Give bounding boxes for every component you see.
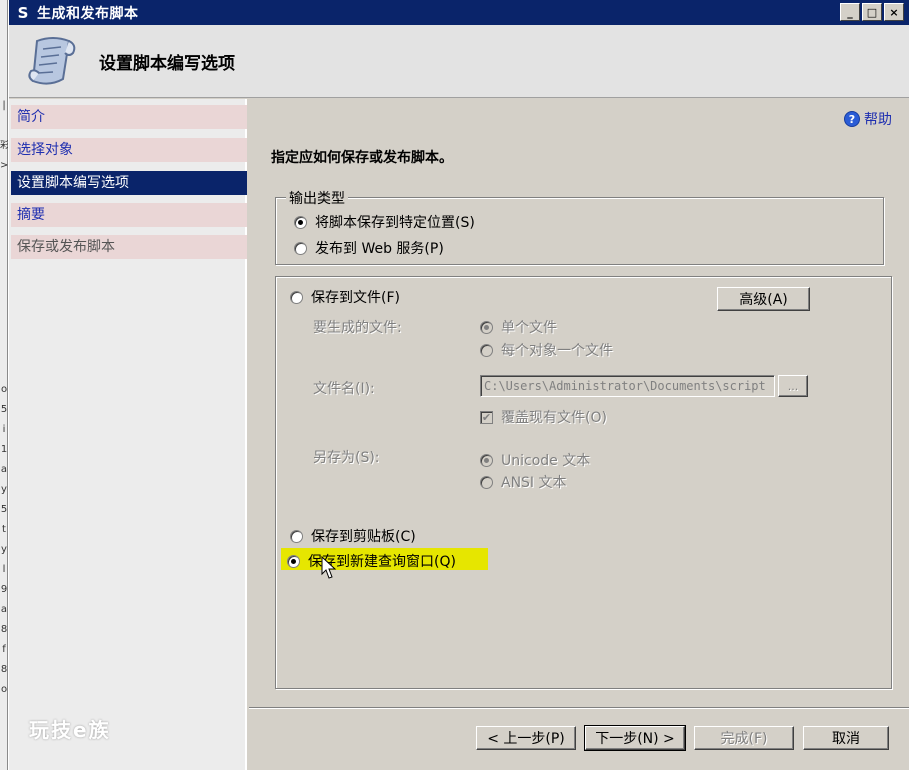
file-name-label: 文件名(I): (313, 381, 375, 397)
radio-button[interactable] (480, 453, 493, 467)
script-scroll-icon (28, 37, 76, 85)
page-heading: 设置脚本编写选项 (99, 54, 235, 74)
nav-item-scripting-options[interactable]: 设置脚本编写选项 (11, 171, 247, 195)
nav-item-save-publish: 保存或发布脚本 (11, 235, 247, 259)
checkbox[interactable]: ✔ (480, 410, 493, 424)
radio-save-to-location[interactable]: 将脚本保存到特定位置(S) (294, 212, 475, 232)
radio-file-per-object[interactable]: 每个对象一个文件 (480, 340, 613, 360)
output-type-legend: 输出类型 (286, 188, 348, 208)
radio-button[interactable] (290, 529, 303, 543)
generate-scripts-dialog: S 生成和发布脚本 _ □ × 设置脚本编写选项 简介 选择对象 设置脚本编写选… (8, 0, 909, 770)
cancel-button[interactable]: 取消 (803, 726, 889, 750)
browse-button[interactable]: ... (778, 375, 808, 397)
radio-button[interactable] (480, 475, 493, 489)
radio-save-to-clipboard[interactable]: 保存到剪贴板(C) (290, 526, 416, 546)
files-to-generate-label: 要生成的文件: (313, 320, 402, 336)
file-name-input[interactable]: C:\Users\Administrator\Documents\script (480, 375, 775, 397)
maximize-button[interactable]: □ (862, 3, 882, 21)
help-label: 帮助 (864, 112, 892, 128)
previous-button[interactable]: < 上一步(P) (476, 726, 576, 750)
radio-single-file[interactable]: 单个文件 (480, 317, 557, 337)
radio-ansi-text[interactable]: ANSI 文本 (480, 472, 567, 492)
radio-unicode-text[interactable]: Unicode 文本 (480, 450, 590, 470)
window-controls: _ □ × (840, 3, 904, 21)
background-window-edge: | 彩 > o 5 i 1 a y 5 t y l 9 a 8 f 8 o (0, 0, 8, 770)
footer-separator (249, 707, 909, 709)
page-header: 设置脚本编写选项 (9, 25, 909, 98)
mouse-cursor-icon (321, 556, 337, 579)
save-options-group: 保存到文件(F) 高级(A) 要生成的文件: 单个文件 每个对象一个文件 文件名… (275, 276, 892, 689)
radio-button[interactable] (480, 320, 493, 334)
radio-button[interactable] (290, 290, 303, 304)
checkbox-overwrite[interactable]: ✔ 覆盖现有文件(O) (480, 407, 607, 427)
radio-button[interactable] (287, 554, 300, 568)
radio-label: ANSI 文本 (501, 475, 567, 491)
radio-save-to-file[interactable]: 保存到文件(F) (290, 287, 400, 307)
title-bar[interactable]: S 生成和发布脚本 _ □ × (9, 0, 909, 25)
radio-label: 保存到文件(F) (311, 290, 400, 306)
radio-label: 将脚本保存到特定位置(S) (315, 215, 475, 231)
finish-button[interactable]: 完成(F) (694, 726, 794, 750)
output-type-group: 输出类型 将脚本保存到特定位置(S) 发布到 Web 服务(P) (275, 188, 884, 265)
next-button[interactable]: 下一步(N) > (584, 725, 686, 751)
help-link[interactable]: ? 帮助 (844, 109, 892, 129)
radio-label: 发布到 Web 服务(P) (315, 241, 444, 257)
radio-label: 保存到剪贴板(C) (311, 529, 416, 545)
main-panel: ? 帮助 指定应如何保存或发布脚本。 输出类型 将脚本保存到特定位置(S) 发布… (249, 99, 909, 770)
radio-save-to-query-window[interactable]: 保存到新建查询窗口(Q) (287, 551, 456, 571)
radio-button[interactable] (294, 241, 307, 255)
nav-item-intro[interactable]: 简介 (11, 105, 247, 129)
radio-publish-web-service[interactable]: 发布到 Web 服务(P) (294, 238, 444, 258)
save-as-label: 另存为(S): (313, 450, 380, 466)
radio-button[interactable] (294, 215, 307, 229)
radio-label: Unicode 文本 (501, 453, 591, 469)
radio-button[interactable] (480, 343, 493, 357)
close-button[interactable]: × (884, 3, 904, 21)
radio-label: 每个对象一个文件 (501, 343, 613, 359)
checkbox-label: 覆盖现有文件(O) (501, 410, 607, 426)
help-icon: ? (844, 111, 860, 127)
nav-item-summary[interactable]: 摘要 (11, 203, 247, 227)
instruction-text: 指定应如何保存或发布脚本。 (271, 150, 453, 166)
watermark-logo: 玩技e族 (29, 718, 111, 742)
nav-item-choose-objects[interactable]: 选择对象 (11, 138, 247, 162)
scroll-app-icon: S (17, 3, 29, 22)
radio-label: 单个文件 (501, 320, 557, 336)
window-title: 生成和发布脚本 (37, 5, 139, 22)
minimize-button[interactable]: _ (840, 3, 860, 21)
wizard-nav: 简介 选择对象 设置脚本编写选项 摘要 保存或发布脚本 玩技e族 (9, 99, 247, 770)
advanced-button[interactable]: 高级(A) (717, 287, 810, 311)
